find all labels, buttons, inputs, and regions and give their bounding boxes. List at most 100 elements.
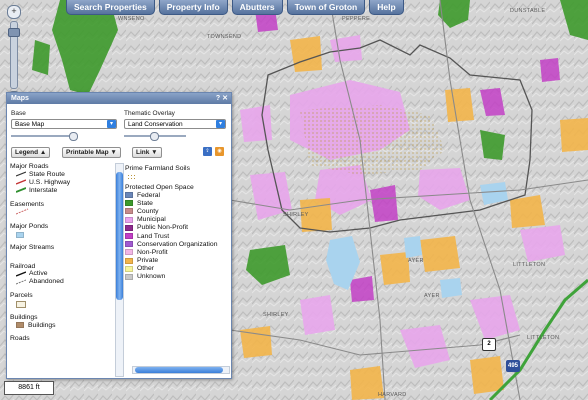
major-streams-heading: Major Streams xyxy=(10,243,55,251)
base-map-value: Base Map xyxy=(15,121,45,128)
buildings-heading: Buildings xyxy=(10,313,38,321)
route-2-shield: 2 xyxy=(482,338,496,351)
legend-swatch xyxy=(125,192,133,199)
legend-vertical-scrollbar[interactable] xyxy=(115,163,124,377)
legend-item-label: Unknown xyxy=(137,273,166,281)
protected-open-space-item: Federal xyxy=(125,191,229,199)
legend-item-label: Conservation Organization xyxy=(137,240,218,248)
protected-open-space-item: Public Non-Profit xyxy=(125,224,229,232)
protected-open-space-item: Unknown xyxy=(125,273,229,281)
legend-vertical-scroll-thumb[interactable] xyxy=(116,172,123,300)
label-ayer-2: AYER xyxy=(424,293,440,299)
major-roads-heading: Major Roads xyxy=(10,163,49,170)
legend-item-label: Non-Profit xyxy=(137,248,168,256)
zoom-in-button[interactable]: + xyxy=(7,5,21,19)
legend-swatch xyxy=(125,257,133,264)
legend-right-column: Prime Farmland Soils Protected Open Spac… xyxy=(125,165,229,281)
overlay-opacity-slider[interactable] xyxy=(124,132,186,141)
label-townsend: TOWNSEND xyxy=(207,34,242,40)
protected-open-space-item: County xyxy=(125,207,229,215)
label-shirley-2: SHIRLEY xyxy=(263,312,289,318)
panel-help-close-icons[interactable]: ? ✕ xyxy=(216,93,228,104)
active-rail-label: Active xyxy=(29,270,48,278)
search-properties-button[interactable]: Search Properties xyxy=(66,0,155,15)
legend-item-label: Other xyxy=(137,265,154,273)
interstate-495-shield: 495 xyxy=(506,360,520,372)
prime-farmland-swatch xyxy=(127,174,137,180)
protected-open-space-list: Federal State County Municipal Public Non-Pr… xyxy=(125,191,229,281)
zoom-slider-thumb[interactable] xyxy=(8,28,20,37)
overlay-label: Thematic Overlay xyxy=(124,110,175,117)
help-button[interactable]: Help xyxy=(369,0,404,15)
easements-symbol xyxy=(15,208,29,215)
property-info-button[interactable]: Property Info xyxy=(158,0,228,15)
maps-panel-titlebar[interactable]: Maps ? ✕ xyxy=(7,93,231,104)
chevron-down-icon: ▾ xyxy=(107,120,116,128)
interstate-label: Interstate xyxy=(29,186,58,194)
zoom-slider[interactable] xyxy=(8,21,20,89)
base-opacity-slider[interactable] xyxy=(11,132,78,141)
state-route-label: State Route xyxy=(29,170,65,178)
base-opacity-knob[interactable] xyxy=(69,132,78,141)
top-toolbar: Search Properties Property Info Abutters… xyxy=(66,0,404,15)
legend-horizontal-scrollbar[interactable] xyxy=(132,366,230,374)
major-ponds-swatch xyxy=(16,231,24,238)
state-route-symbol xyxy=(16,171,26,177)
label-harvard: HARVARD xyxy=(378,392,407,398)
label-dunstable: DUNSTABLE xyxy=(510,8,546,14)
railroad-heading: Railroad xyxy=(10,262,36,270)
legend-swatch xyxy=(125,249,133,256)
link-button[interactable]: Link ▼ xyxy=(132,147,162,158)
buildings-swatch xyxy=(16,322,24,329)
maps-panel: Maps ? ✕ Base Base Map ▾ Thematic Overla… xyxy=(6,92,232,379)
parcels-swatch xyxy=(16,300,26,308)
buildings-label: Buildings xyxy=(28,321,56,329)
legend-swatch xyxy=(125,233,133,240)
active-rail-symbol xyxy=(16,271,26,277)
protected-open-space-item: State xyxy=(125,199,229,207)
thematic-overlay-select[interactable]: Land Conservation ▾ xyxy=(124,119,226,129)
overlay-opacity-knob[interactable] xyxy=(150,132,159,141)
legend-horizontal-scroll-thumb[interactable] xyxy=(135,367,223,373)
label-winsboro: WNSENO xyxy=(118,16,145,22)
legend-left-column: Major Roads State Route U.S. Highway Int… xyxy=(10,163,114,342)
protected-open-space-item: Private xyxy=(125,257,229,265)
legend-item-label: Land Trust xyxy=(137,232,170,240)
label-littleton-1: LITTLETON xyxy=(513,262,546,268)
protected-open-space-item: Other xyxy=(125,265,229,273)
protected-open-space-item: Land Trust xyxy=(125,232,229,240)
town-of-groton-button[interactable]: Town of Groton xyxy=(286,0,366,15)
base-map-select[interactable]: Base Map ▾ xyxy=(11,119,117,129)
legend-swatch xyxy=(125,208,133,215)
overlay-value: Land Conservation xyxy=(128,121,183,128)
interstate-symbol xyxy=(16,187,26,194)
abutters-button[interactable]: Abutters xyxy=(231,0,283,15)
label-littleton-2: LITTLETON xyxy=(527,335,560,341)
legend-item-label: Federal xyxy=(137,191,161,199)
easements-heading: Easements xyxy=(10,200,45,208)
farmland-soils xyxy=(300,105,445,175)
panel-title: Maps xyxy=(11,95,29,102)
abandoned-rail-symbol xyxy=(16,279,26,285)
scale-bar: 8861 ft xyxy=(4,381,54,395)
legend-item-label: Public Non-Profit xyxy=(137,224,188,232)
major-ponds-heading: Major Ponds xyxy=(10,222,49,230)
protected-open-space-heading: Protected Open Space xyxy=(125,184,194,191)
abandoned-rail-label: Abandoned xyxy=(29,278,64,286)
legend-swatch xyxy=(125,241,133,248)
legend-item-label: State xyxy=(137,199,153,207)
chevron-down-icon: ▾ xyxy=(216,120,225,128)
label-pepperell: PEPPERE xyxy=(342,16,371,22)
label-shirley-1: SHIRLEY xyxy=(283,212,309,218)
prime-farmland-heading: Prime Farmland Soils xyxy=(125,165,190,172)
roads-heading: Roads xyxy=(10,335,30,343)
protected-open-space-item: Non-Profit xyxy=(125,248,229,256)
base-label: Base xyxy=(11,110,26,117)
export-icon[interactable]: ⇪ xyxy=(203,147,212,156)
printable-map-button[interactable]: Printable Map ▼ xyxy=(62,147,121,158)
legend-button[interactable]: Legend ▲ xyxy=(11,147,51,158)
legend-swatch xyxy=(125,200,133,207)
rss-icon[interactable]: ◉ xyxy=(215,147,224,156)
protected-open-space-item: Conservation Organization xyxy=(125,240,229,248)
us-highway-symbol xyxy=(16,179,26,185)
